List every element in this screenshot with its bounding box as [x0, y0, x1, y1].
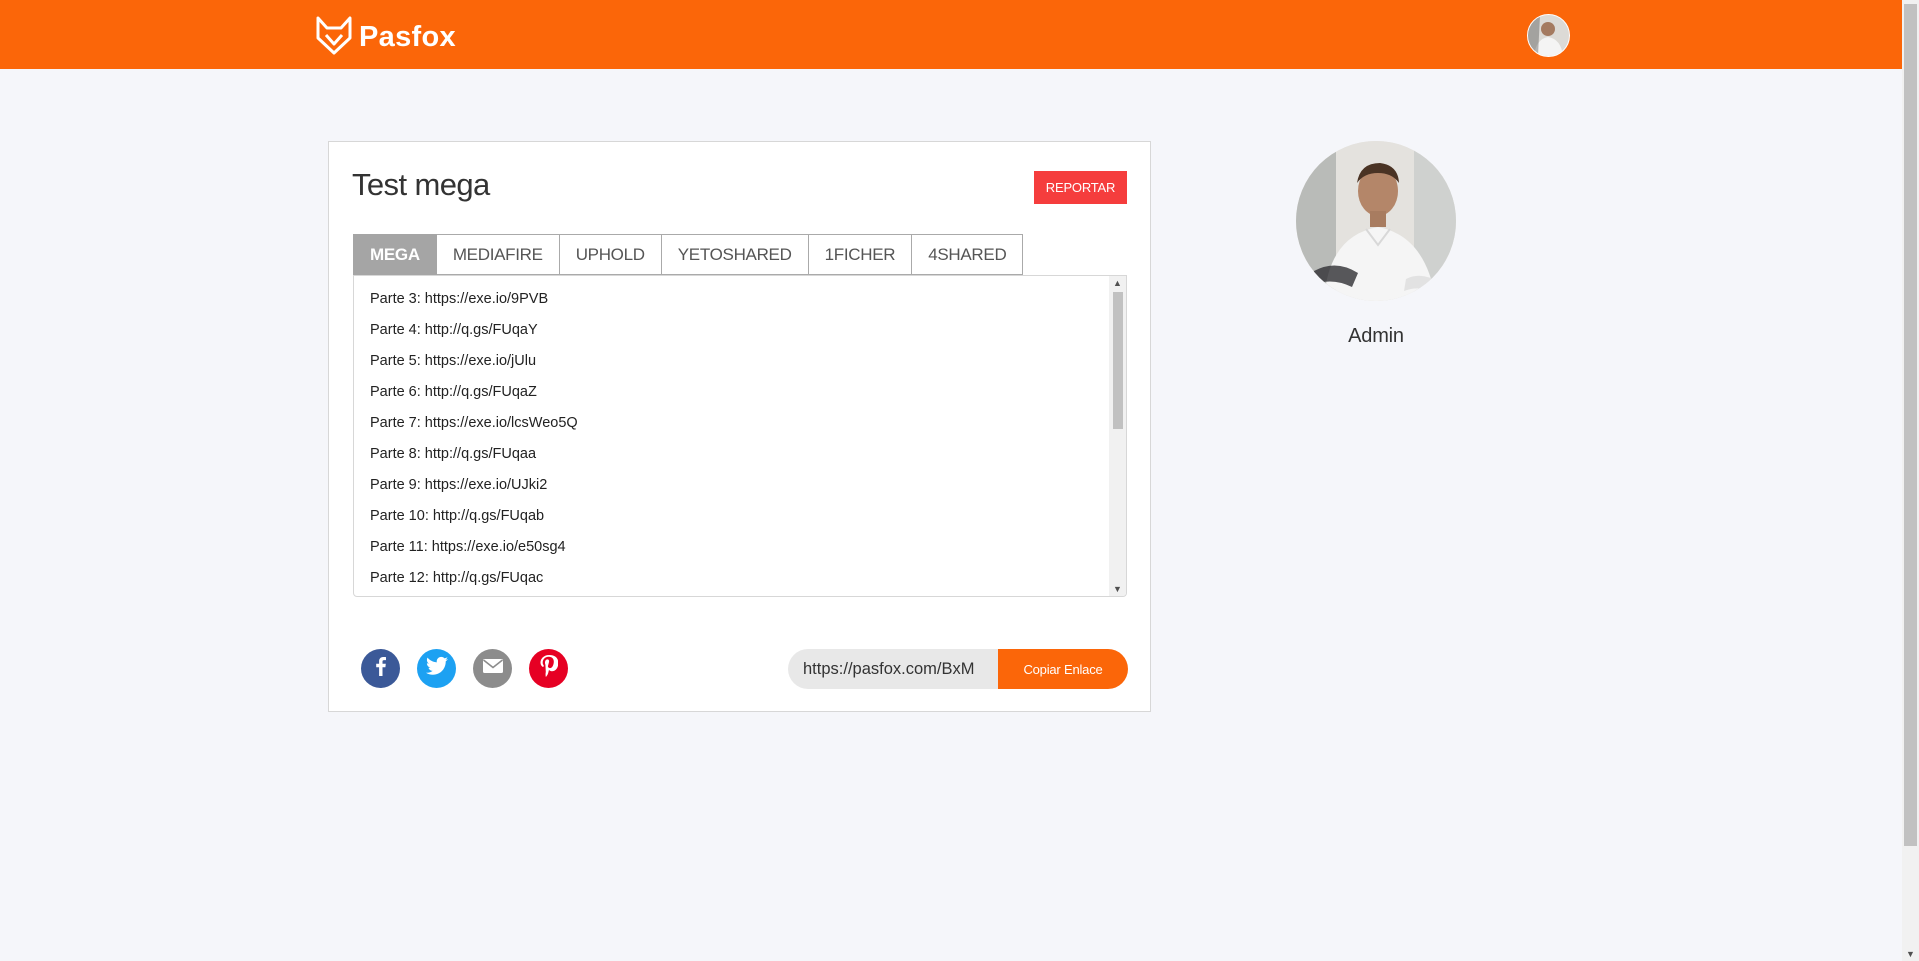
twitter-share-button[interactable]	[417, 649, 456, 688]
share-buttons	[361, 649, 585, 688]
email-share-button[interactable]	[473, 649, 512, 688]
fox-icon	[315, 14, 353, 61]
tab-mediafire[interactable]: MEDIAFIRE	[436, 234, 560, 275]
link-item: Parte 9: https://exe.io/UJki2	[370, 477, 548, 493]
link-item: Parte 10: http://q.gs/FUqab	[370, 508, 545, 524]
links-panel[interactable]: Parte 3: https://exe.io/9PVB Parte 4: ht…	[353, 275, 1127, 597]
share-url-input[interactable]	[788, 649, 998, 689]
scroll-down-icon[interactable]: ▼	[1109, 582, 1126, 596]
tab-mega[interactable]: MEGA	[353, 234, 437, 275]
facebook-icon	[371, 656, 391, 681]
link-item: Parte 8: http://q.gs/FUqaa	[370, 446, 537, 462]
twitter-icon	[425, 656, 448, 681]
post-title: Test mega	[352, 167, 490, 202]
post-card: Test mega REPORTAR MEGA MEDIAFIRE UPHOLD…	[328, 141, 1151, 712]
email-icon	[482, 658, 504, 679]
profile-avatar[interactable]	[1296, 141, 1456, 301]
tab-1ficher[interactable]: 1FICHER	[808, 234, 913, 275]
tab-uphold[interactable]: UPHOLD	[559, 234, 662, 275]
pinterest-share-button[interactable]	[529, 649, 568, 688]
copy-link-group: Copiar Enlace	[788, 649, 1128, 689]
link-item: Parte 7: https://exe.io/lcsWeo5Q	[370, 415, 578, 431]
top-navbar: Pasfox	[0, 0, 1902, 69]
page-scrollbar[interactable]: ▼	[1902, 0, 1919, 961]
report-button[interactable]: REPORTAR	[1034, 171, 1127, 204]
copy-link-button[interactable]: Copiar Enlace	[998, 649, 1128, 689]
link-item: Parte 12: http://q.gs/FUqac	[370, 570, 544, 586]
page-scroll-down-icon[interactable]: ▼	[1902, 948, 1919, 961]
links-scrollbar[interactable]: ▲ ▼	[1109, 276, 1126, 596]
link-item: Parte 3: https://exe.io/9PVB	[370, 291, 549, 307]
page-scroll-thumb[interactable]	[1904, 4, 1917, 846]
link-item: Parte 11: https://exe.io/e50sg4	[370, 539, 566, 555]
link-item: Parte 6: http://q.gs/FUqaZ	[370, 384, 537, 400]
scroll-up-icon[interactable]: ▲	[1109, 276, 1126, 290]
tab-4shared[interactable]: 4SHARED	[912, 234, 1024, 275]
pinterest-icon	[540, 655, 558, 682]
host-tabs: MEGA MEDIAFIRE UPHOLD YETOSHARED 1FICHER…	[353, 234, 1024, 275]
links-list: Parte 3: https://exe.io/9PVB Parte 4: ht…	[370, 276, 578, 594]
scroll-thumb[interactable]	[1113, 292, 1123, 429]
user-avatar[interactable]	[1527, 14, 1570, 57]
brand-logo[interactable]: Pasfox	[315, 14, 456, 61]
brand-name: Pasfox	[359, 21, 456, 53]
link-item: Parte 5: https://exe.io/jUlu	[370, 353, 537, 369]
tab-yetoshared[interactable]: YETOSHARED	[661, 234, 809, 275]
link-item: Parte 4: http://q.gs/FUqaY	[370, 322, 538, 338]
facebook-share-button[interactable]	[361, 649, 400, 688]
profile-name: Admin	[1348, 325, 1404, 347]
